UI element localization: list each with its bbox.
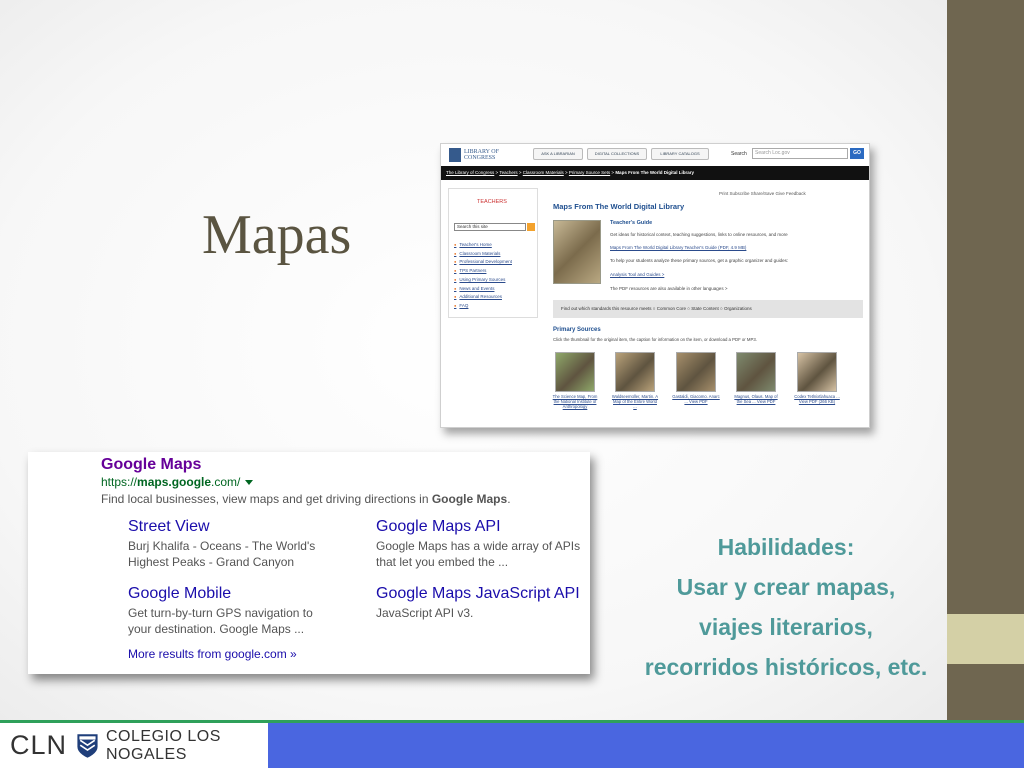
loc-thumbnail[interactable] (676, 352, 716, 392)
loc-thumbnail[interactable] (797, 352, 837, 392)
sitelink-desc: JavaScript API v3. (376, 606, 474, 620)
sitelink-maps-api[interactable]: Google Maps API (376, 518, 501, 536)
loc-guide-title: Teacher's Guide (610, 220, 653, 226)
sitelink-desc: Burj Khalifa - Oceans - The World's High… (128, 539, 316, 569)
loc-tab-library-catalogs[interactable]: LIBRARY CATALOGS (651, 148, 709, 160)
loc-tab-digital-collections[interactable]: DIGITAL COLLECTIONS (587, 148, 647, 160)
sitelink-street-view[interactable]: Street View (128, 518, 210, 536)
skills-line: viajes literarios, (699, 614, 873, 640)
dropdown-arrow-icon[interactable] (245, 480, 254, 486)
loc-standards-bar[interactable]: Find out which standards this resource m… (553, 300, 863, 318)
skills-heading: Habilidades: (717, 534, 855, 560)
loc-guide-line[interactable]: The PDF resources are also available in … (610, 286, 727, 291)
breadcrumb-current: Maps From The World Digital Library (615, 170, 694, 175)
loc-thumbnail-caption[interactable]: The Science Map, From the National Insti… (551, 394, 599, 410)
loc-header: LIBRARY OF CONGRESS ASK A LIBRARIAN DIGI… (441, 144, 869, 166)
breadcrumb-item[interactable]: Classroom Materials (523, 170, 564, 175)
url-suffix: .com/ (211, 475, 241, 489)
loc-analysis-link[interactable]: Analysis Tool and Guides > (610, 272, 664, 277)
url-prefix: https:// (101, 475, 138, 489)
slide-title: Mapas (202, 204, 352, 266)
loc-page-title: Maps From The World Digital Library (553, 202, 685, 211)
url-bold: maps.google (137, 475, 212, 489)
desc-bold: Google Maps (431, 492, 508, 506)
school-abbr: CLN (10, 730, 68, 760)
loc-guide-line: To help your students analyze these prim… (610, 258, 789, 263)
school-name: COLEGIO LOS NOGALES (106, 727, 221, 763)
loc-nav-item[interactable]: Using Primary Sources (454, 276, 512, 285)
loc-logo-text: LIBRARY OF CONGRESS (464, 149, 499, 161)
loc-thumbnail[interactable] (555, 352, 595, 392)
sitelink-google-mobile[interactable]: Google Mobile (128, 585, 231, 603)
breadcrumb-item[interactable]: The Library of Congress (446, 170, 494, 175)
loc-nav-item[interactable]: FAQ (454, 302, 512, 311)
loc-sidebar-heading: TEACHERS (477, 199, 507, 205)
sitelink-desc: Google Maps has a wide array of APIs tha… (376, 539, 581, 569)
loc-sidebar: TEACHERS Search this site Teacher's Home… (448, 188, 538, 318)
loc-primary-sources-title: Primary Sources (553, 327, 601, 333)
loc-screenshot: LIBRARY OF CONGRESS ASK A LIBRARIAN DIGI… (440, 143, 870, 428)
loc-site-search-input[interactable]: Search this site (454, 223, 526, 231)
loc-site-search-button[interactable] (527, 223, 535, 231)
google-result-title[interactable]: Google Maps (101, 456, 201, 474)
loc-nav: Teacher's Home Classroom Materials Profe… (454, 241, 512, 311)
loc-tab-ask-librarian[interactable]: ASK A LIBRARIAN (533, 148, 583, 160)
crest-icon (77, 733, 98, 758)
skills-line: Usar y crear mapas, (676, 574, 896, 600)
desc-text: Find local businesses, view maps and get… (101, 492, 432, 506)
loc-search-input[interactable]: Search Loc.gov (752, 148, 848, 159)
loc-thumbnail[interactable] (615, 352, 655, 392)
breadcrumb-item[interactable]: Primary Source Sets (569, 170, 610, 175)
loc-breadcrumb: The Library of Congress > Teachers > Cla… (441, 166, 869, 180)
skills-line: recorridos históricos, etc. (644, 654, 928, 680)
footer-bar: CLN COLEGIO LOS NOGALES (0, 720, 1024, 768)
loc-thumbnail-caption[interactable]: Waldseemüller, Martin. A Map of the Enti… (611, 394, 659, 410)
sitelink-desc: Get turn-by-turn GPS navigation to your … (128, 606, 313, 636)
skills-block: Habilidades: Usar y crear mapas, viajes … (612, 527, 960, 687)
google-result-description: Find local businesses, view maps and get… (101, 492, 511, 506)
google-result-screenshot: Google Maps https://maps.google.com/ Fin… (28, 452, 590, 674)
loc-logo-mark-icon (449, 148, 461, 162)
breadcrumb-item[interactable]: Teachers (499, 170, 517, 175)
loc-thumbnail-caption[interactable]: Magnus, Olaus. Map of the Sea ... View P… (732, 394, 780, 404)
loc-guide-thumbnail[interactable] (553, 220, 601, 284)
more-results-link[interactable]: More results from google.com » (128, 647, 297, 661)
loc-nav-item[interactable]: TPS Partners (454, 267, 512, 276)
loc-thumbnail[interactable] (736, 352, 776, 392)
loc-nav-item[interactable]: Additional Resources (454, 293, 512, 302)
loc-nav-item[interactable]: Teacher's Home (454, 241, 512, 250)
loc-logo[interactable]: LIBRARY OF CONGRESS (449, 148, 514, 162)
loc-guide-link[interactable]: Maps From The World Digital Library Teac… (610, 245, 746, 250)
desc-end: . (507, 492, 511, 506)
side-decor-bar (947, 0, 1024, 614)
loc-nav-item[interactable]: News and Events (454, 285, 512, 294)
sitelink-javascript-api[interactable]: Google Maps JavaScript API (376, 585, 580, 603)
loc-thumbnail-caption[interactable]: Codex Tetlnixtlahuaca ... View PDF (266 … (793, 394, 841, 404)
school-logo[interactable]: CLN COLEGIO LOS NOGALES (0, 723, 268, 768)
loc-utility-links[interactable]: Print Subscribe Share/Save Give Feedback (719, 191, 806, 196)
loc-search-label: Search (731, 151, 747, 157)
loc-primary-sources-desc: Click the thumbnail for the original ite… (553, 337, 757, 342)
loc-nav-item[interactable]: Classroom Materials (454, 250, 512, 259)
loc-thumbnail-caption[interactable]: Gastaldi, Giacomo. Anarc ... View PDF (672, 394, 720, 404)
loc-guide-line: Get ideas for historical context, teachi… (610, 232, 788, 237)
loc-go-button[interactable]: GO (850, 148, 864, 159)
loc-nav-item[interactable]: Professional Development (454, 258, 512, 267)
google-result-url[interactable]: https://maps.google.com/ (101, 475, 254, 489)
